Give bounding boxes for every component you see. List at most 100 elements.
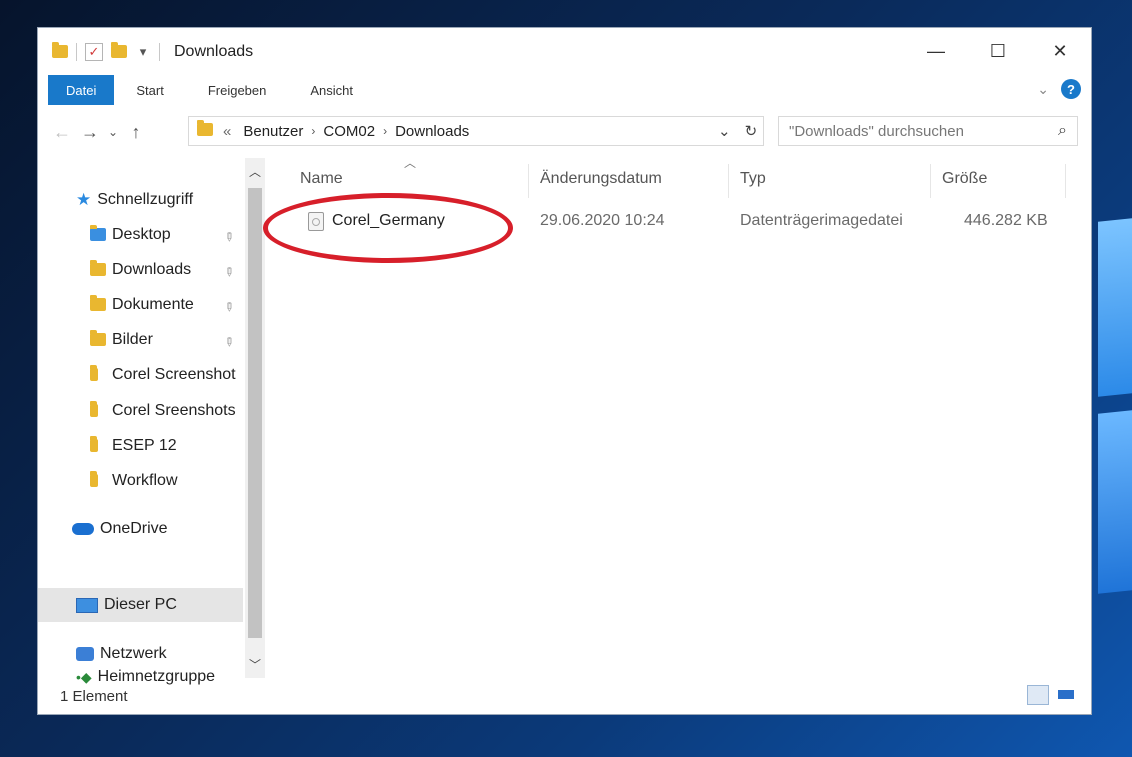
nav-label: Corel Screenshot — [112, 366, 236, 383]
nav-item-pictures[interactable]: Bilder — [90, 323, 298, 357]
nav-item-desktop[interactable]: Desktop — [90, 218, 298, 252]
file-date: 29.06.2020 10:24 — [540, 212, 665, 229]
file-size: 446.282 KB — [964, 212, 1048, 229]
breadcrumb-chevron-icon[interactable]: › — [311, 124, 315, 138]
scrollbar-thumb[interactable] — [248, 188, 262, 638]
nav-item-documents[interactable]: Dokumente — [90, 288, 298, 322]
breadcrumb-chevron-icon[interactable]: › — [383, 124, 387, 138]
item-count: 1 Element — [60, 687, 128, 705]
nav-label: OneDrive — [100, 520, 168, 537]
nav-item-corel-sreenshots[interactable]: Corel Sreenshots — [90, 394, 298, 428]
downloads-location-icon — [197, 119, 213, 140]
nav-this-pc[interactable]: Dieser PC — [38, 588, 243, 622]
file-row[interactable]: Corel_Germany 29.06.2020 10:24 Datenträg… — [270, 212, 1090, 238]
nav-pane-scrollbar[interactable]: ︿ ﹀ — [245, 158, 265, 678]
search-icon[interactable]: ⌕ — [1058, 122, 1067, 140]
scroll-down-chevron-icon[interactable]: ﹀ — [245, 653, 265, 675]
windows-logo-upper-pane — [1098, 218, 1132, 397]
column-header-date[interactable]: Änderungsdatum — [540, 170, 662, 188]
ribbon-tabs: Datei Start Freigeben Ansicht ⌄ ? — [38, 75, 1091, 105]
new-folder-icon[interactable] — [111, 42, 127, 60]
ribbon-right-controls: ⌄ ? — [1037, 79, 1081, 99]
nav-item-downloads[interactable]: Downloads — [90, 253, 298, 287]
quick-access-toolbar: ✓ ▾ Downloads — [38, 42, 253, 61]
refresh-icon[interactable]: ↻ — [745, 122, 758, 140]
nav-label: Dieser PC — [104, 596, 177, 613]
disc-image-file-icon — [308, 212, 324, 231]
details-view-icon[interactable] — [1027, 685, 1049, 705]
breadcrumb-downloads[interactable]: Downloads — [395, 123, 469, 140]
up-arrow-icon[interactable]: ↑ — [122, 117, 150, 147]
column-header-name[interactable]: Name — [300, 170, 343, 188]
caption-buttons: — ☐ ✕ — [905, 28, 1091, 75]
navigation-bar: ← → ⌄ ↑ « Benutzer › COM02 › Downloads ⌄… — [38, 114, 1091, 150]
nav-item-corel-screenshot[interactable]: Corel Screenshot — [90, 358, 298, 392]
column-divider[interactable] — [1065, 164, 1066, 198]
downloads-folder-icon — [52, 42, 68, 60]
nav-label: ESEP 12 — [112, 437, 177, 454]
nav-label: Corel Sreenshots — [112, 402, 236, 419]
file-explorer-window: ✓ ▾ Downloads — ☐ ✕ Datei Start Freigebe… — [37, 27, 1092, 715]
nav-label: Schnellzugriff — [97, 191, 194, 208]
pictures-folder-icon — [90, 330, 106, 347]
expand-ribbon-chevron-icon[interactable]: ⌄ — [1037, 81, 1049, 98]
title-bar: ✓ ▾ Downloads — ☐ ✕ — [38, 28, 1091, 75]
status-bar: 1 Element — [38, 678, 1091, 714]
large-icons-view-icon[interactable] — [1055, 685, 1077, 705]
navigation-pane: ★ Schnellzugriff Desktop ✎ Downloads ✎ D… — [38, 158, 268, 685]
properties-check-icon[interactable]: ✓ — [85, 42, 103, 61]
recent-locations-chevron-icon[interactable]: ⌄ — [104, 117, 122, 147]
desktop-folder-icon — [90, 225, 106, 242]
toolbar-separator — [76, 42, 77, 61]
star-icon: ★ — [76, 190, 92, 209]
nav-label: Desktop — [112, 226, 171, 243]
tab-datei[interactable]: Datei — [48, 75, 115, 105]
folder-icon — [90, 436, 106, 453]
view-toggle-buttons — [1027, 685, 1077, 705]
search-box[interactable]: "Downloads" durchsuchen ⌕ — [778, 116, 1078, 146]
sort-ascending-chevron-icon: ︿ — [404, 156, 417, 170]
tab-freigeben[interactable]: Freigeben — [186, 75, 289, 105]
file-name: Corel_Germany — [332, 212, 445, 229]
nav-label: Bilder — [112, 331, 153, 348]
onedrive-cloud-icon — [72, 523, 94, 535]
column-header-size[interactable]: Größe — [942, 170, 987, 188]
network-icon — [76, 647, 94, 661]
minimize-button[interactable]: — — [905, 28, 967, 75]
folder-icon — [90, 365, 106, 382]
help-icon[interactable]: ? — [1061, 79, 1081, 99]
close-button[interactable]: ✕ — [1029, 28, 1091, 75]
nav-item-esep-12[interactable]: ESEP 12 — [90, 429, 298, 463]
nav-label: Netzwerk — [100, 645, 167, 662]
breadcrumb-overflow[interactable]: « — [223, 123, 231, 140]
breadcrumb-com02[interactable]: COM02 — [323, 123, 375, 140]
file-list: ︿ Name Änderungsdatum Typ Größe Corel_Ge… — [270, 156, 1090, 678]
column-header-type[interactable]: Typ — [740, 170, 766, 188]
maximize-button[interactable]: ☐ — [967, 28, 1029, 75]
breadcrumb-benutzer[interactable]: Benutzer — [243, 123, 303, 140]
address-tools: ⌄ ↻ — [718, 116, 757, 146]
column-divider[interactable] — [528, 164, 529, 198]
address-bar[interactable]: « Benutzer › COM02 › Downloads — [188, 116, 764, 146]
documents-folder-icon — [90, 295, 106, 312]
nav-label: Downloads — [112, 261, 192, 278]
tab-ansicht[interactable]: Ansicht — [288, 75, 375, 105]
column-divider[interactable] — [930, 164, 931, 198]
back-arrow-icon[interactable]: ← — [48, 117, 76, 147]
folder-icon — [90, 401, 106, 418]
folder-icon — [90, 471, 106, 488]
nav-label: Workflow — [112, 472, 178, 489]
nav-label: Dokumente — [112, 296, 194, 313]
tab-start[interactable]: Start — [114, 75, 185, 105]
customize-toolbar-icon[interactable]: ▾ — [135, 44, 151, 60]
scroll-up-chevron-icon[interactable]: ︿ — [245, 160, 265, 182]
nav-item-workflow[interactable]: Workflow — [90, 464, 298, 498]
windows-logo-lower-pane — [1098, 410, 1132, 594]
computer-icon — [76, 597, 98, 613]
address-history-chevron-icon[interactable]: ⌄ — [718, 122, 731, 140]
search-input[interactable]: "Downloads" durchsuchen — [789, 123, 964, 140]
toolbar-separator — [159, 42, 160, 61]
column-divider[interactable] — [728, 164, 729, 198]
downloads-folder-icon — [90, 260, 106, 277]
forward-arrow-icon[interactable]: → — [76, 117, 104, 147]
